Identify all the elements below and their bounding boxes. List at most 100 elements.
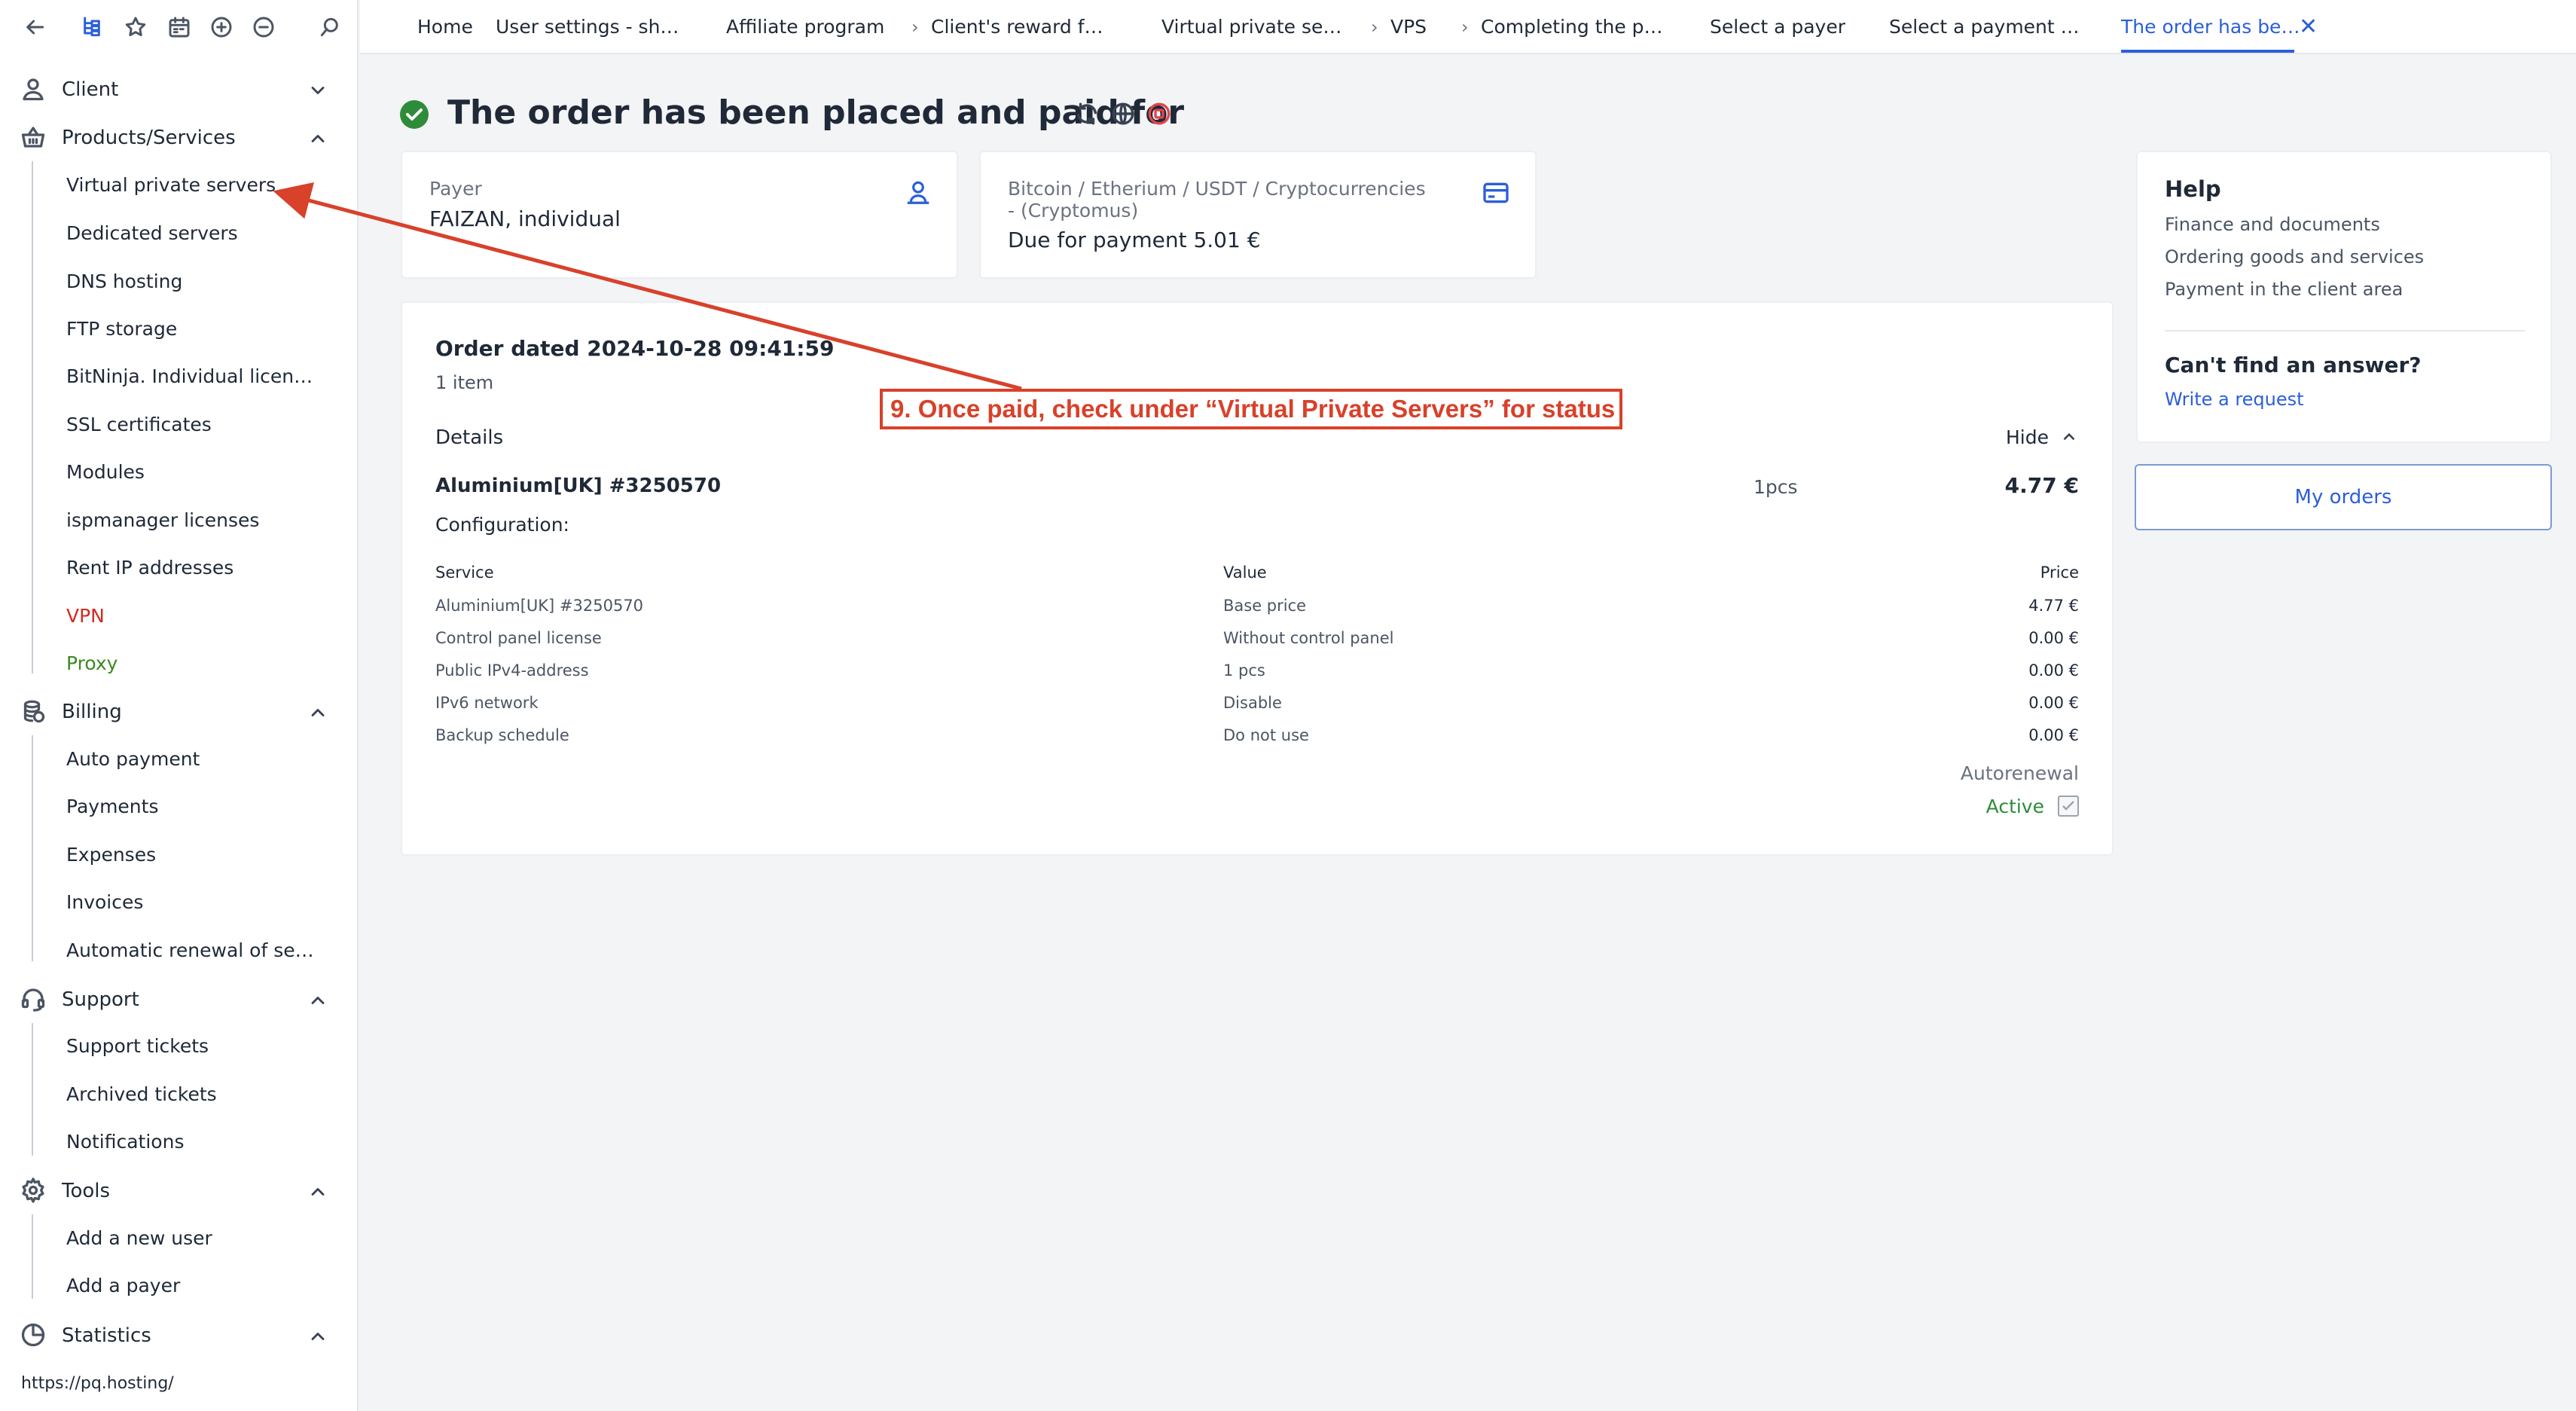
column-header-service: Service — [435, 563, 494, 582]
tab-affiliate-program[interactable]: Affiliate program — [726, 0, 884, 54]
sidebar-item-expenses[interactable]: Expenses — [66, 832, 345, 878]
back-arrow-icon[interactable] — [20, 12, 50, 42]
tab-order-placed[interactable]: The order has be… — [2121, 0, 2300, 54]
section-label: Tools — [62, 1180, 111, 1202]
sidebar-section-tools[interactable]: Tools — [0, 1166, 359, 1214]
payment-method: Bitcoin / Etherium / USDT / Cryptocurren… — [1008, 178, 1426, 221]
sidebar-section-billing[interactable]: Billing — [0, 687, 359, 735]
my-orders-button[interactable]: My orders — [2135, 464, 2552, 530]
order-date: Order dated 2024-10-28 09:41:59 — [435, 336, 835, 361]
zoom-in-icon[interactable] — [206, 12, 237, 42]
cant-find-heading: Can't find an answer? — [2165, 353, 2422, 377]
check-circle-icon — [399, 99, 429, 130]
sidebar: Client Products/Services Virtual private… — [0, 0, 359, 1411]
chevron-up-icon — [307, 702, 328, 723]
sidebar-item-vps[interactable]: Virtual private servers — [66, 163, 345, 208]
section-label: Support — [62, 988, 139, 1011]
tab-select-payer[interactable]: Select a payer — [1710, 0, 1845, 54]
breadcrumb-separator: › — [911, 17, 919, 38]
row-price: 0.00 € — [2028, 694, 2079, 712]
sidebar-item-ssl[interactable]: SSL certificates — [66, 402, 345, 447]
chevron-up-icon — [2063, 432, 2075, 441]
row-value: Without control panel — [1223, 629, 1394, 647]
zoom-out-icon[interactable] — [249, 12, 279, 42]
tab-completing[interactable]: Completing the p… — [1481, 0, 1663, 54]
sidebar-section-products[interactable]: Products/Services — [0, 113, 359, 161]
calendar-icon[interactable] — [164, 12, 194, 42]
sidebar-item-auto-renewal[interactable]: Automatic renewal of se… — [66, 928, 345, 973]
credit-card-icon[interactable] — [1481, 178, 1511, 208]
sidebar-item-proxy[interactable]: Proxy — [66, 641, 345, 686]
tab-client-reward[interactable]: Client's reward f… — [931, 0, 1103, 54]
tab-home[interactable]: Home — [417, 0, 473, 54]
due-amount: Due for payment 5.01 € — [1008, 228, 1261, 252]
group-line — [32, 1023, 33, 1156]
stop-icon[interactable] — [1146, 101, 1172, 127]
refresh-icon[interactable] — [1074, 101, 1100, 127]
row-service: Control panel license — [435, 629, 602, 647]
payer-label: Payer — [429, 178, 482, 200]
star-icon[interactable] — [121, 12, 151, 42]
divider — [2165, 330, 2525, 331]
sidebar-section-statistics[interactable]: Statistics — [0, 1311, 359, 1359]
tab-user-settings[interactable]: User settings - sh… — [496, 0, 679, 54]
section-label: Products/Services — [62, 127, 236, 149]
hide-toggle[interactable]: Hide — [2006, 423, 2079, 450]
sidebar-item-add-user[interactable]: Add a new user — [66, 1216, 345, 1261]
column-header-value: Value — [1223, 563, 1267, 582]
help-panel: Help Finance and documents Ordering good… — [2136, 151, 2552, 443]
sidebar-item-bitninja[interactable]: BitNinja. Individual licen… — [66, 354, 345, 399]
sidebar-item-invoices[interactable]: Invoices — [66, 880, 345, 925]
row-service: Aluminium[UK] #3250570 — [435, 597, 644, 615]
help-link-payment[interactable]: Payment in the client area — [2165, 279, 2403, 300]
sitemap-icon[interactable] — [77, 12, 107, 42]
search-icon[interactable] — [315, 12, 345, 42]
help-link-finance[interactable]: Finance and documents — [2165, 214, 2380, 235]
active-tab-indicator — [2121, 50, 2294, 53]
row-price: 0.00 € — [2028, 629, 2079, 647]
product-name: Aluminium[UK] #3250570 — [435, 475, 722, 497]
tab-select-payment[interactable]: Select a payment … — [1889, 0, 2080, 54]
user-icon — [20, 75, 47, 102]
sidebar-toolbar — [0, 0, 359, 54]
tab-virtual-private-servers[interactable]: Virtual private se… — [1161, 0, 1341, 54]
sidebar-item-dedicated[interactable]: Dedicated servers — [66, 211, 345, 256]
autorenewal-checkbox[interactable] — [2058, 796, 2079, 817]
close-icon[interactable]: ✕ — [2299, 14, 2318, 41]
sidebar-section-support[interactable]: Support — [0, 975, 359, 1023]
sidebar-item-support-tickets[interactable]: Support tickets — [66, 1024, 345, 1069]
sidebar-item-archived-tickets[interactable]: Archived tickets — [66, 1072, 345, 1117]
row-service: Public IPv4-address — [435, 661, 589, 680]
sidebar-item-auto-payment[interactable]: Auto payment — [66, 737, 345, 782]
basket-icon — [20, 124, 47, 151]
sidebar-item-payments[interactable]: Payments — [66, 784, 345, 829]
globe-icon[interactable] — [1110, 101, 1136, 127]
group-line — [32, 1214, 33, 1299]
write-request-link[interactable]: Write a request — [2165, 389, 2304, 410]
help-link-ordering[interactable]: Ordering goods and services — [2165, 246, 2424, 267]
chevron-up-icon — [307, 128, 328, 149]
sidebar-item-dns[interactable]: DNS hosting — [66, 259, 345, 304]
gear-icon — [20, 1177, 47, 1204]
row-value: Disable — [1223, 694, 1282, 712]
sidebar-item-add-payer[interactable]: Add a payer — [66, 1263, 345, 1309]
group-line — [32, 161, 33, 673]
sidebar-item-ftp[interactable]: FTP storage — [66, 307, 345, 352]
sidebar-item-ispmanager[interactable]: ispmanager licenses — [66, 498, 345, 543]
sidebar-item-modules[interactable]: Modules — [66, 450, 345, 495]
sidebar-section-client[interactable]: Client — [0, 65, 359, 113]
sidebar-item-vpn[interactable]: VPN — [66, 594, 345, 639]
row-value: 1 pcs — [1223, 661, 1265, 680]
tab-vps[interactable]: VPS — [1390, 0, 1427, 54]
sidebar-item-rent-ip[interactable]: Rent IP addresses — [66, 545, 345, 591]
row-price: 4.77 € — [2028, 597, 2079, 615]
product-price: 4.77 € — [2004, 473, 2079, 498]
payment-method-card: Bitcoin / Etherium / USDT / Cryptocurren… — [979, 151, 1537, 279]
row-price: 0.00 € — [2028, 726, 2079, 744]
chevron-up-icon — [307, 1181, 328, 1202]
details-label: Details — [435, 426, 504, 449]
sidebar-item-notifications[interactable]: Notifications — [66, 1119, 345, 1165]
user-location-icon[interactable] — [904, 178, 932, 206]
configuration-label: Configuration: — [435, 514, 569, 536]
headset-icon — [20, 985, 47, 1012]
